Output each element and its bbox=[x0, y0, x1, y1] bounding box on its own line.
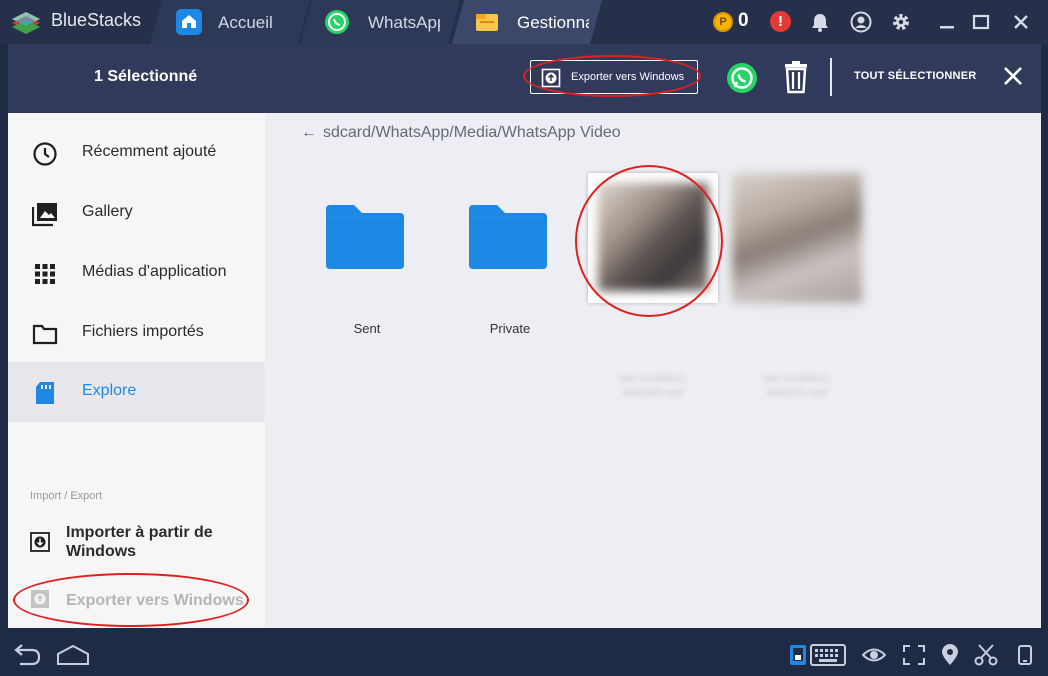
bluestacks-logo-icon bbox=[12, 12, 40, 34]
mobile-icon[interactable] bbox=[788, 644, 808, 666]
sidebar-item-label: Médias d'application bbox=[82, 263, 227, 280]
back-arrow-icon[interactable]: ← bbox=[301, 124, 317, 141]
sidebar-item-recent[interactable]: Récemment ajouté bbox=[8, 123, 265, 183]
window-titlebar: BlueStacks Accueil WhatsApp Gestionna P … bbox=[0, 0, 1048, 44]
keyboard-icon[interactable] bbox=[810, 644, 846, 666]
minimize-icon[interactable] bbox=[936, 11, 958, 33]
sdcard-icon bbox=[36, 382, 54, 404]
bell-icon[interactable] bbox=[809, 11, 831, 33]
toolbar-divider bbox=[830, 58, 832, 96]
export-to-windows-button[interactable]: Exporter vers Windows bbox=[530, 60, 698, 94]
section-header-import-export: Import / Export bbox=[30, 490, 103, 502]
video-tile-selected[interactable]: VID-20190601- WA0000.mp4 bbox=[588, 173, 718, 399]
breadcrumb: ← sdcard/WhatsApp/Media/WhatsApp Video bbox=[301, 124, 621, 142]
home-icon bbox=[176, 9, 202, 35]
whatsapp-icon bbox=[325, 10, 349, 34]
back-icon[interactable] bbox=[10, 644, 42, 666]
tab-gestionnaire[interactable]: Gestionna bbox=[452, 0, 602, 44]
video-caption: VID-20190601- WA0001.mp4 bbox=[763, 374, 831, 399]
clock-icon bbox=[33, 142, 57, 166]
tab-whatsapp[interactable]: WhatsApp bbox=[300, 0, 460, 44]
eye-icon[interactable] bbox=[862, 644, 886, 666]
folder-icon bbox=[469, 205, 547, 269]
tab-label: WhatsApp bbox=[368, 13, 440, 32]
alert-icon[interactable]: ! bbox=[770, 11, 791, 32]
coin-count: 0 bbox=[738, 10, 749, 31]
folder-tile-private[interactable]: Private bbox=[445, 173, 575, 353]
export-to-windows-sidebar-button[interactable]: Exporter vers Windows bbox=[8, 587, 265, 613]
video-thumbnail bbox=[598, 183, 708, 291]
folder-tile-sent[interactable]: Sent bbox=[302, 173, 432, 353]
export-button-label: Exporter vers Windows bbox=[571, 71, 685, 83]
home-outline-icon[interactable] bbox=[56, 644, 90, 666]
fullscreen-icon[interactable] bbox=[902, 644, 926, 666]
folder-outline-icon bbox=[32, 324, 58, 345]
select-all-button[interactable]: TOUT SÉLECTIONNER bbox=[854, 70, 976, 82]
import-icon bbox=[30, 532, 50, 552]
sidebar-item-label: Récemment ajouté bbox=[82, 143, 217, 160]
sidebar-item-imported-files[interactable]: Fichiers importés bbox=[8, 303, 265, 363]
tab-label: Gestionna bbox=[517, 13, 589, 32]
video-caption: VID-20190601- WA0000.mp4 bbox=[619, 374, 687, 399]
folder-name: Private bbox=[489, 321, 531, 336]
photo-library-icon bbox=[32, 203, 57, 227]
account-icon[interactable] bbox=[850, 11, 872, 33]
close-icon[interactable] bbox=[1002, 65, 1024, 87]
import-label: Importer à partir de Windows bbox=[66, 524, 213, 560]
file-browser: ← sdcard/WhatsApp/Media/WhatsApp Video Se… bbox=[265, 113, 1041, 628]
whatsapp-icon[interactable] bbox=[726, 62, 758, 94]
sidebar-item-gallery[interactable]: Gallery bbox=[8, 183, 265, 243]
gear-icon[interactable] bbox=[890, 11, 912, 33]
export-label: Exporter vers Windows bbox=[66, 592, 244, 609]
breadcrumb-path: sdcard/WhatsApp/Media/WhatsApp Video bbox=[323, 124, 621, 141]
scissors-icon[interactable] bbox=[974, 644, 998, 666]
export-icon bbox=[31, 590, 49, 608]
sidebar-item-label: Explore bbox=[82, 382, 137, 399]
maximize-icon[interactable] bbox=[970, 11, 992, 33]
tab-accueil[interactable]: Accueil bbox=[150, 0, 310, 44]
sidebar: Récemment ajouté Gallery Médias d'applic… bbox=[8, 113, 265, 628]
video-thumbnail bbox=[732, 173, 862, 303]
selection-count: 1 Sélectionné bbox=[94, 68, 198, 85]
coin-icon[interactable]: P bbox=[713, 12, 733, 32]
sidebar-item-explore[interactable]: Explore bbox=[8, 362, 265, 422]
tab-label: Accueil bbox=[218, 13, 273, 32]
import-from-windows-button[interactable]: Importer à partir de Windows bbox=[8, 522, 265, 564]
android-nav-bar bbox=[0, 628, 1048, 676]
app-brand: BlueStacks bbox=[51, 10, 142, 30]
close-icon[interactable] bbox=[1010, 11, 1032, 33]
trash-icon[interactable] bbox=[784, 60, 808, 94]
export-icon bbox=[541, 68, 561, 88]
folder-icon bbox=[476, 14, 498, 31]
apps-grid-icon bbox=[35, 264, 55, 284]
sidebar-item-app-media[interactable]: Médias d'application bbox=[8, 243, 265, 303]
location-icon[interactable] bbox=[940, 644, 960, 666]
rotate-icon[interactable] bbox=[1016, 644, 1034, 666]
sidebar-item-label: Gallery bbox=[82, 203, 133, 220]
folder-icon bbox=[326, 205, 404, 269]
folder-name: Sent bbox=[353, 321, 381, 336]
selection-action-bar: 1 Sélectionné Exporter vers Windows TOUT… bbox=[8, 44, 1041, 113]
sidebar-item-label: Fichiers importés bbox=[82, 323, 204, 340]
video-tile[interactable]: VID-20190601- WA0001.mp4 bbox=[732, 173, 862, 399]
